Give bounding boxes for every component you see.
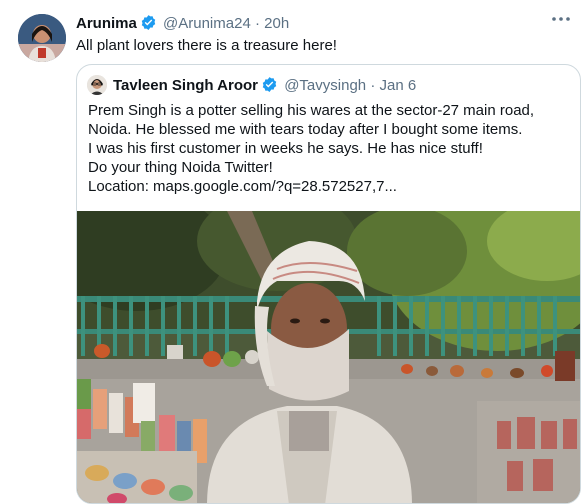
quoted-author-name[interactable]: Tavleen Singh Aroor <box>113 77 258 94</box>
author-handle[interactable]: @Arunima24 <box>163 15 251 32</box>
quoted-avatar[interactable] <box>87 75 107 95</box>
quoted-text-line: I was his first customer in weeks he say… <box>88 140 483 157</box>
more-icon[interactable] <box>551 16 571 22</box>
quoted-tweet[interactable]: Tavleen Singh Aroor @Tavysingh · Jan 6 P… <box>76 64 581 504</box>
tweet-text: All plant lovers there is a treasure her… <box>76 37 337 54</box>
author-name[interactable]: Arunima <box>76 15 137 32</box>
location-link[interactable]: Location: maps.google.com/?q=28.572527,7… <box>88 177 578 196</box>
verified-badge-icon <box>141 15 156 30</box>
quoted-text-line: Noida. He blessed me with tears today af… <box>88 121 523 138</box>
quoted-text-line: Do your thing Noida Twitter! <box>88 159 273 176</box>
quoted-author-handle[interactable]: @Tavysingh <box>284 77 366 94</box>
tweet-header: Arunima @Arunima24 · 20h <box>76 14 289 34</box>
quoted-text: Prem Singh is a potter selling his wares… <box>88 101 578 196</box>
tweet-photo[interactable] <box>77 211 581 504</box>
separator-dot: · <box>370 77 376 94</box>
separator-dot: · <box>254 15 260 32</box>
quoted-text-line: Prem Singh is a potter selling his wares… <box>88 102 535 119</box>
quoted-header: Tavleen Singh Aroor @Tavysingh · Jan 6 <box>113 76 416 96</box>
avatar[interactable] <box>18 14 66 62</box>
tweet-timestamp[interactable]: 20h <box>264 15 289 32</box>
quoted-timestamp[interactable]: Jan 6 <box>379 77 416 94</box>
verified-badge-icon <box>262 77 277 92</box>
